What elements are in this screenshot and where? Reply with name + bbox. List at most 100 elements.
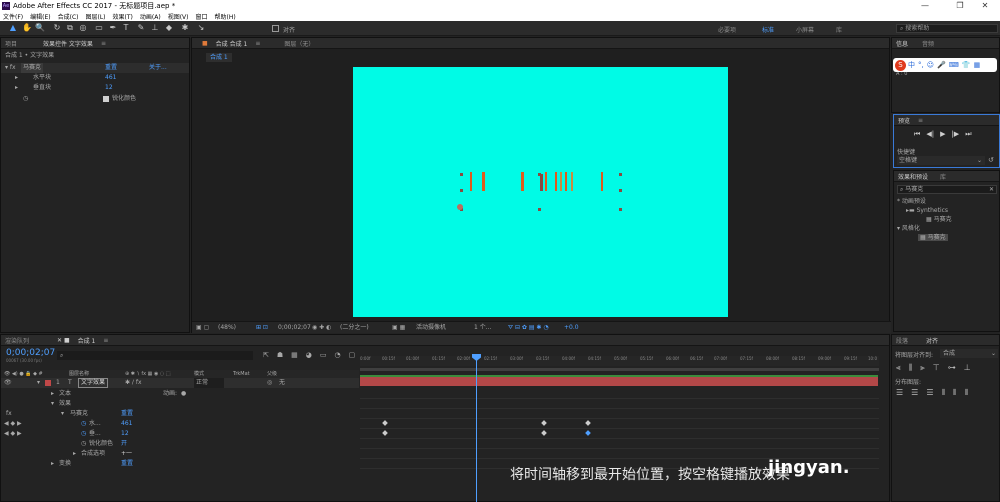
eraser-tool-icon[interactable]: ◆ bbox=[164, 23, 174, 33]
align-bottom-icon[interactable]: ⊥ bbox=[964, 363, 971, 373]
menu-file[interactable]: 文件(F) bbox=[3, 12, 23, 21]
tab-effect-controls[interactable]: 效果控件 文字效果 bbox=[43, 39, 93, 48]
property-row[interactable]: ▸ 变换 重置 bbox=[1, 459, 359, 469]
sharpen-colors-checkbox[interactable] bbox=[103, 96, 109, 102]
timeline-search-input[interactable]: ⌕ bbox=[57, 351, 253, 360]
effects-search-input[interactable]: ⌕ 马赛克 ✕ bbox=[897, 185, 997, 194]
distribute-top-icon[interactable]: ☰ bbox=[896, 388, 903, 398]
play-icon[interactable]: ▶ bbox=[940, 130, 945, 139]
minimize-button[interactable]: — bbox=[910, 0, 940, 11]
parent-dropdown[interactable]: 无 bbox=[279, 378, 285, 388]
stopwatch-icon[interactable]: ◷ bbox=[81, 419, 86, 429]
layer-switches[interactable]: ✱ ∕ fx bbox=[125, 378, 142, 388]
menu-help[interactable]: 帮助(H) bbox=[215, 12, 236, 21]
layer-name[interactable]: 文字效果 bbox=[78, 378, 109, 388]
time-ruler[interactable]: 0:00f 00:15f 01:00f 01:15f 02:00f 02:15f… bbox=[360, 356, 879, 366]
ime-punctuation-icon[interactable]: °, bbox=[918, 61, 924, 69]
loop-icon[interactable]: ↺ bbox=[988, 156, 994, 164]
composition-canvas[interactable] bbox=[353, 67, 728, 317]
clone-stamp-tool-icon[interactable]: ⊥ bbox=[150, 23, 160, 33]
pan-behind-tool-icon[interactable]: ◎ bbox=[78, 23, 88, 33]
tab-effects-presets[interactable]: 效果和预设 bbox=[898, 172, 928, 181]
timecode-display[interactable]: 0;00;02;07 bbox=[278, 322, 311, 334]
graph-editor-icon[interactable]: ▭ bbox=[320, 351, 327, 359]
last-frame-icon[interactable]: ⏭ bbox=[965, 130, 971, 139]
fx-reset-button[interactable]: 重置 bbox=[105, 63, 117, 73]
ime-keyboard-icon[interactable]: ⌨ bbox=[949, 61, 959, 69]
effect-reset-button[interactable]: 重置 bbox=[121, 409, 133, 419]
property-row[interactable]: ▸ 合成选项 +一 bbox=[1, 449, 359, 459]
workspace-essentials[interactable]: 必要项 bbox=[718, 25, 736, 34]
expand-arrow-icon[interactable]: ▸ bbox=[15, 73, 18, 83]
ime-voice-icon[interactable]: 🎤 bbox=[937, 61, 946, 69]
workspace-small-screen[interactable]: 小屏幕 bbox=[796, 25, 814, 34]
next-frame-icon[interactable]: |▶ bbox=[951, 130, 959, 139]
property-row[interactable]: ▾ 效果 bbox=[1, 399, 359, 409]
menu-view[interactable]: 视图(V) bbox=[168, 12, 189, 21]
shy-icon[interactable]: ☗ bbox=[277, 351, 283, 359]
property-row[interactable]: fx ▾ 马赛克 重置 bbox=[1, 409, 359, 419]
expand-arrow-icon[interactable]: ▾ bbox=[37, 378, 40, 388]
property-row[interactable]: ▸ 文本 动画: ● bbox=[1, 389, 359, 399]
first-frame-icon[interactable]: ⏮ bbox=[914, 130, 920, 139]
property-row[interactable]: ◀ ◆ ▶ ◷ 水... 461 bbox=[1, 419, 359, 429]
shortcut-dropdown[interactable]: 空格键 ⌄ bbox=[897, 156, 985, 165]
layer-duration-bar[interactable] bbox=[360, 377, 878, 386]
view-options-icon[interactable]: ⛛ ⊟ ✿ ▤ ✱ ◔ bbox=[508, 322, 549, 334]
motion-blur-icon[interactable]: ◕ bbox=[306, 351, 312, 359]
menu-layer[interactable]: 图层(L) bbox=[86, 12, 106, 21]
stopwatch-icon[interactable]: ◷ bbox=[23, 94, 28, 104]
monitor-icon[interactable]: ▣ ▢ bbox=[196, 322, 209, 334]
distribute-right-icon[interactable]: ⦀ bbox=[965, 388, 969, 398]
tab-project[interactable]: 项目 bbox=[5, 39, 17, 48]
menu-effect[interactable]: 效果(T) bbox=[113, 12, 133, 21]
visibility-icon[interactable]: 👁 bbox=[4, 378, 12, 388]
keyframe-nav-icon[interactable]: ◀ ◆ ▶ bbox=[4, 429, 22, 439]
fx-about-link[interactable]: 关于... bbox=[149, 63, 167, 73]
animate-menu-icon[interactable]: ● bbox=[181, 389, 186, 399]
roto-brush-tool-icon[interactable]: ✱ bbox=[180, 23, 190, 33]
tab-audio[interactable]: 音频 bbox=[922, 39, 934, 48]
panel-menu-icon[interactable]: ≡ bbox=[103, 337, 108, 344]
vertical-blocks-value[interactable]: 12 bbox=[105, 83, 113, 93]
fx-row-mosaic[interactable]: ▾ fx 马赛克 重置 关于... bbox=[1, 63, 189, 73]
search-help-input[interactable]: ⌕ 搜索帮助 bbox=[896, 24, 998, 33]
distribute-left-icon[interactable]: ⦀ bbox=[942, 388, 946, 398]
tab-preview[interactable]: 预览 bbox=[898, 116, 910, 125]
ime-chinese-icon[interactable]: 中 bbox=[908, 60, 915, 70]
align-to-dropdown[interactable]: 合成 ⌄ bbox=[940, 349, 998, 358]
distribute-hcenter-icon[interactable]: ⦀ bbox=[953, 388, 957, 398]
menu-edit[interactable]: 编辑(E) bbox=[30, 12, 50, 21]
workspace-standard[interactable]: 标准 bbox=[762, 25, 774, 34]
bbox-handle[interactable] bbox=[619, 173, 622, 176]
camera-dropdown[interactable]: 活动摄像机 bbox=[416, 322, 446, 334]
region-icon[interactable]: ▣ ▦ bbox=[392, 322, 405, 334]
comp-flowchart-icon[interactable]: ⇱ bbox=[263, 351, 269, 359]
bbox-handle[interactable] bbox=[460, 189, 463, 192]
lock-icon[interactable]: ■ bbox=[202, 40, 208, 47]
align-hcenter-icon[interactable]: ⫼ bbox=[909, 363, 913, 373]
tab-render-queue[interactable]: 渲染队列 bbox=[5, 336, 29, 345]
ime-toolbox-icon[interactable]: ▦ bbox=[974, 61, 981, 69]
vertical-blocks-value[interactable]: 12 bbox=[121, 429, 129, 439]
hand-tool-icon[interactable]: ✋ bbox=[22, 23, 32, 33]
add-option-button[interactable]: +一 bbox=[121, 449, 132, 459]
exposure-value[interactable]: +0.0 bbox=[564, 322, 579, 334]
puppet-tool-icon[interactable]: ↘ bbox=[196, 23, 206, 33]
close-button[interactable]: ✕ bbox=[970, 0, 1000, 11]
grid-icon[interactable]: ⊞ ⊡ bbox=[256, 322, 268, 334]
layer-row[interactable]: 👁 ▾ 1 T 文字效果 ✱ ∕ fx 正常 ◎ 无 bbox=[1, 378, 359, 388]
bbox-handle[interactable] bbox=[619, 208, 622, 211]
previous-frame-icon[interactable]: ◀| bbox=[926, 130, 934, 139]
align-top-icon[interactable]: ⊤ bbox=[933, 363, 940, 373]
align-vcenter-icon[interactable]: ⊶ bbox=[948, 363, 956, 373]
bbox-handle[interactable] bbox=[619, 189, 622, 192]
stopwatch-icon[interactable]: ◷ bbox=[81, 429, 86, 439]
ime-emoji-icon[interactable]: ☺ bbox=[927, 61, 934, 69]
align-right-icon[interactable]: ⫸ bbox=[920, 363, 925, 373]
panel-menu-icon[interactable]: ≡ bbox=[255, 40, 260, 47]
workspace-libraries[interactable]: 库 bbox=[836, 25, 842, 34]
camera-snapshot-icon[interactable]: ◉ ✚ ◐ bbox=[312, 322, 331, 334]
bbox-handle[interactable] bbox=[460, 173, 463, 176]
zoom-tool-icon[interactable]: 🔍 bbox=[35, 23, 45, 33]
